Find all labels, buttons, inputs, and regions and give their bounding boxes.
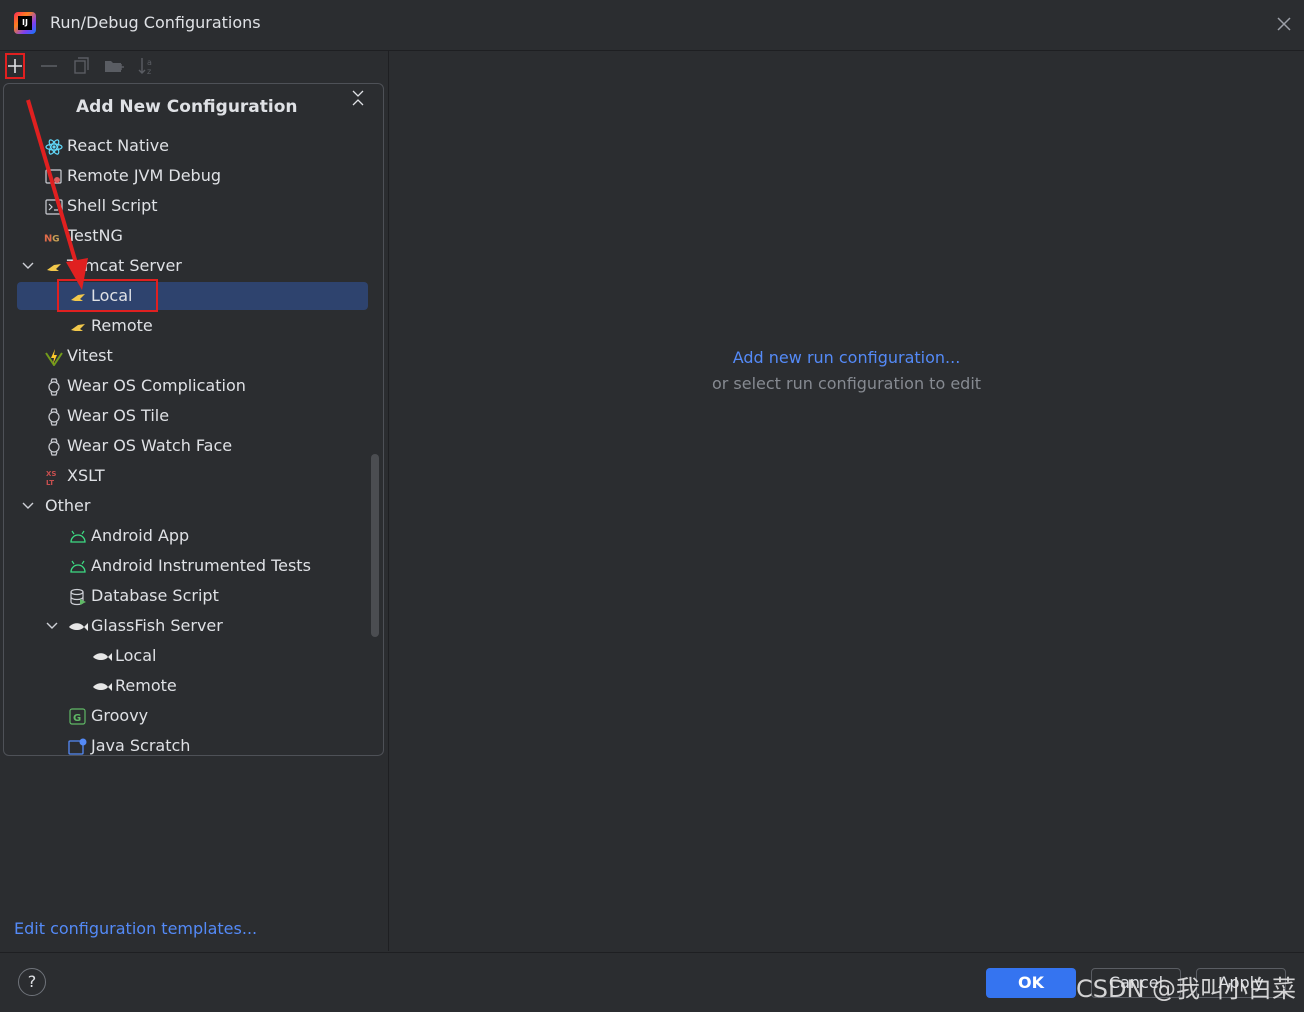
glassfish-icon: [93, 653, 112, 661]
watch-icon: [48, 438, 60, 456]
vitest-icon: [45, 349, 63, 366]
list-item-groovy[interactable]: G Groovy: [4, 702, 368, 730]
tomcat-icon: [71, 324, 85, 331]
watermark: CSDN @我叫小白菜: [1076, 975, 1297, 1003]
list-item-label: React Native: [67, 136, 170, 155]
list-item-glassfish-server[interactable]: GlassFish Server: [4, 612, 368, 640]
svg-text:XS: XS: [46, 470, 56, 478]
list-item-xslt[interactable]: XS LT XSLT: [4, 462, 368, 490]
list-item-label: Remote: [115, 676, 177, 695]
list-item-remote-jvm-debug[interactable]: Remote JVM Debug: [4, 162, 368, 190]
chevron-down-icon[interactable]: [21, 259, 35, 273]
list-item-glassfish-remote[interactable]: Remote: [4, 672, 368, 700]
list-item-label: Java Scratch: [91, 736, 191, 755]
list-item-java-scratch[interactable]: Java Scratch: [4, 732, 368, 755]
remote-debug-icon: [45, 169, 62, 184]
minus-icon[interactable]: [38, 55, 60, 77]
testng-icon: N G: [44, 234, 59, 245]
edit-configuration-templates-link[interactable]: Edit configuration templates...: [14, 919, 257, 938]
list-item-label: Wear OS Watch Face: [67, 436, 233, 455]
list-item-label: Database Script: [91, 586, 219, 605]
tomcat-icon: [47, 264, 61, 271]
list-item-label: Remote: [91, 316, 153, 335]
list-item-glassfish-local[interactable]: Local: [4, 642, 368, 670]
list-item-label: Remote JVM Debug: [67, 166, 221, 185]
list-item-shell-script[interactable]: Shell Script: [4, 192, 368, 220]
list-item-label: Wear OS Complication: [67, 376, 246, 395]
svg-text:z: z: [147, 67, 151, 76]
new-folder-icon[interactable]: [103, 55, 125, 77]
list-item-testng[interactable]: N G TestNG: [4, 222, 368, 250]
add-configuration-button[interactable]: [5, 53, 25, 79]
svg-text:LT: LT: [46, 479, 54, 486]
list-item-label: Android App: [91, 526, 190, 545]
help-button[interactable]: ?: [18, 968, 46, 996]
list-item-tomcat-server[interactable]: Tomcat Server: [4, 252, 368, 280]
groovy-icon: G: [69, 708, 86, 725]
list-item-label: Android Instrumented Tests: [91, 556, 311, 575]
database-icon: [70, 588, 86, 606]
sort-icon[interactable]: a z: [136, 55, 158, 77]
svg-text:N: N: [44, 234, 52, 245]
list-item-wear-os-tile[interactable]: Wear OS Tile: [4, 402, 368, 430]
plus-icon: [8, 59, 22, 73]
list-item-vitest[interactable]: Vitest: [4, 342, 368, 370]
react-icon: [45, 139, 63, 155]
popup-title: Add New Configuration: [76, 97, 298, 117]
collapse-icon[interactable]: [350, 88, 366, 108]
list-item-label: Tomcat Server: [67, 256, 182, 275]
svg-text:G: G: [73, 713, 81, 724]
list-item-tomcat-remote[interactable]: Remote: [4, 312, 368, 340]
chevron-down-icon[interactable]: [21, 499, 35, 513]
list-item-android-app[interactable]: Android App: [4, 522, 368, 550]
watch-icon: [48, 408, 60, 426]
watch-icon: [48, 378, 60, 396]
android-icon: [70, 530, 86, 543]
configuration-editor-pane: Add new run configuration... or select r…: [389, 51, 1304, 951]
window-title: Run/Debug Configurations: [50, 13, 261, 32]
ok-button[interactable]: OK: [986, 968, 1076, 998]
list-item-label: Local: [115, 646, 157, 665]
list-item-wear-os-watch-face[interactable]: Wear OS Watch Face: [4, 432, 368, 460]
title-bar: Run/Debug Configurations: [0, 0, 1304, 51]
list-item-label: Local: [91, 286, 133, 305]
popup-scrollbar[interactable]: [371, 454, 379, 637]
svg-text:G: G: [52, 235, 59, 245]
add-new-configuration-popup: Add New Configuration React Native Remot…: [3, 83, 384, 756]
xslt-icon: XS LT: [46, 470, 56, 486]
list-item-label: Other: [45, 496, 91, 515]
list-item-other[interactable]: Other: [4, 492, 368, 520]
svg-text:a: a: [147, 58, 152, 67]
add-new-run-configuration-link[interactable]: Add new run configuration...: [389, 348, 1304, 367]
list-item-label: Wear OS Tile: [67, 406, 170, 425]
list-item-tomcat-local[interactable]: Local: [4, 279, 368, 312]
android-icon: [70, 560, 86, 573]
list-item-database-script[interactable]: Database Script: [4, 582, 368, 610]
list-item-android-instrumented-tests[interactable]: Android Instrumented Tests: [4, 552, 368, 580]
java-scratch-icon: [68, 738, 87, 755]
copy-icon[interactable]: [70, 55, 92, 77]
list-item-label: Vitest: [67, 346, 113, 365]
glassfish-icon: [93, 683, 112, 691]
select-configuration-hint: or select run configuration to edit: [711, 374, 982, 393]
list-item-label: GlassFish Server: [91, 616, 223, 635]
list-item-label: Groovy: [91, 706, 149, 725]
close-icon[interactable]: [1274, 14, 1294, 34]
list-item-label: XSLT: [67, 466, 105, 485]
glassfish-icon: [69, 623, 88, 631]
list-item-wear-os-complication[interactable]: Wear OS Complication: [4, 372, 368, 400]
tomcat-icon: [71, 294, 85, 301]
chevron-down-icon[interactable]: [45, 619, 59, 633]
list-item-react-native[interactable]: React Native: [4, 132, 368, 160]
list-item-label: TestNG: [67, 226, 123, 245]
list-item-label: Shell Script: [67, 196, 158, 215]
intellij-logo-icon: [14, 12, 36, 34]
shell-icon: [45, 199, 63, 215]
